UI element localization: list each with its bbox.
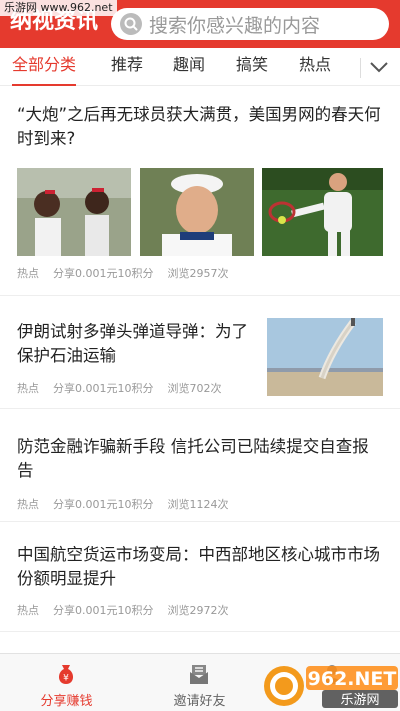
category-tabs: 全部分类 推荐 趣闻 搞笑 热点 — [0, 48, 400, 86]
watermark-sub: 乐游网 — [340, 693, 379, 708]
corner-watermark: 962.NET 乐游网 — [262, 660, 400, 710]
view-count: 浏览1124次 — [167, 498, 229, 511]
nav-label: 邀请好友 — [173, 694, 226, 709]
article-meta: 热点 分享0.001元10积分 浏览1124次 — [17, 496, 243, 512]
tab-fun[interactable]: 趣闻 — [173, 48, 205, 86]
article-tag: 热点 — [17, 382, 39, 395]
search-placeholder: 搜索你感兴趣的内容 — [149, 14, 321, 37]
missile-launch-photo[interactable] — [267, 318, 383, 396]
list-item[interactable]: 中国航空货运市场变局：中西部地区核心城市市场份额明显提升 热点 分享0.001元1… — [0, 522, 400, 632]
article-title[interactable]: 伊朗试射多弹头弹道导弹：为了保护石油运输 — [17, 320, 257, 368]
svg-text:¥: ¥ — [63, 674, 69, 684]
top-watermark: 乐游网 www.962.net — [0, 0, 117, 16]
tab-hot[interactable]: 热点 — [299, 48, 331, 86]
article-meta: 热点 分享0.001元10积分 浏览2972次 — [17, 602, 243, 618]
view-count: 浏览702次 — [167, 382, 222, 395]
tennis-player-portrait[interactable] — [140, 168, 254, 256]
nav-invite-friends[interactable]: 邀请好友 — [133, 654, 266, 711]
tab-funny[interactable]: 搞笑 — [236, 48, 268, 86]
nav-label: 分享赚钱 — [40, 694, 93, 709]
nav-share-earn[interactable]: ¥ 分享赚钱 — [0, 654, 133, 711]
article-tag: 热点 — [17, 267, 39, 280]
watermark-brand: 962.NET — [308, 668, 397, 690]
money-bag-icon: ¥ — [58, 665, 74, 684]
article-meta: 热点 分享0.001元10积分 浏览702次 — [17, 380, 236, 396]
tab-all[interactable]: 全部分类 — [12, 48, 77, 86]
search-bar[interactable]: 搜索你感兴趣的内容 — [111, 8, 389, 40]
share-reward: 分享0.001元10积分 — [53, 498, 154, 511]
article-title[interactable]: 中国航空货运市场变局：中西部地区核心城市市场份额明显提升 — [17, 543, 385, 591]
view-count: 浏览2957次 — [167, 267, 229, 280]
tennis-sisters-photo[interactable] — [17, 168, 131, 256]
chevron-down-icon[interactable] — [368, 58, 390, 76]
tennis-player-forehand[interactable] — [262, 168, 383, 256]
share-reward: 分享0.001元10积分 — [53, 267, 154, 280]
article-title[interactable]: “大炮”之后再无球员获大满贯，美国男网的春天何时到来? — [17, 103, 385, 151]
article-title[interactable]: 防范金融诈骗新手段 信托公司已陆续提交自查报告 — [17, 435, 385, 483]
tab-divider — [360, 58, 361, 78]
view-count: 浏览2972次 — [167, 604, 229, 617]
list-item[interactable]: “大炮”之后再无球员获大满贯，美国男网的春天何时到来? 热点 分享0.001元1… — [0, 87, 400, 296]
article-meta: 热点 分享0.001元10积分 浏览2957次 — [17, 265, 243, 281]
tab-recommend[interactable]: 推荐 — [111, 48, 143, 86]
list-item[interactable]: 防范金融诈骗新手段 信托公司已陆续提交自查报告 热点 分享0.001元10积分 浏览… — [0, 409, 400, 522]
article-tag: 热点 — [17, 604, 39, 617]
share-reward: 分享0.001元10积分 — [53, 604, 154, 617]
search-icon — [120, 13, 142, 35]
article-tag: 热点 — [17, 498, 39, 511]
share-reward: 分享0.001元10积分 — [53, 382, 154, 395]
list-item[interactable]: 伊朗试射多弹头弹道导弹：为了保护石油运输 热点 分享0.001元10积分 浏览702… — [0, 296, 400, 409]
envelope-icon — [190, 665, 208, 684]
